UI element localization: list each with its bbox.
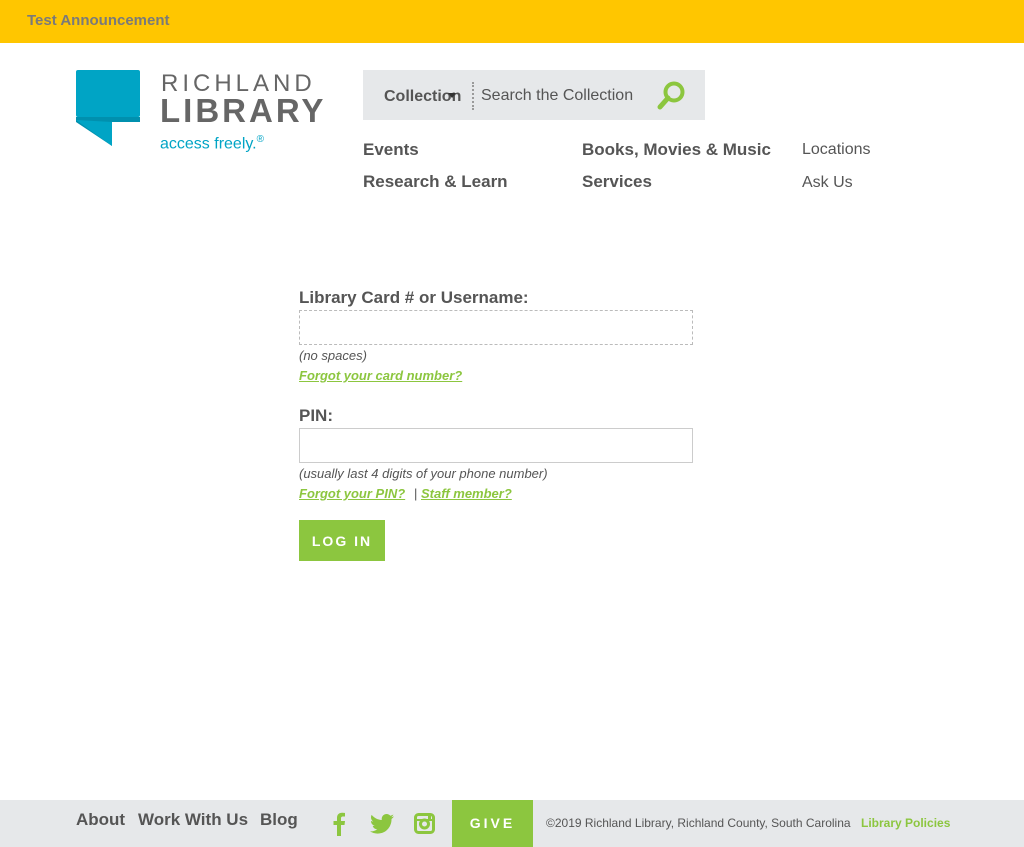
forgot-card-link[interactable]: Forgot your card number? — [299, 368, 462, 383]
give-button[interactable]: GIVE — [452, 800, 533, 847]
pin-label: PIN: — [299, 406, 333, 425]
search-icon — [657, 81, 685, 110]
link-separator: | — [414, 486, 418, 501]
login-button[interactable]: LOG IN — [299, 520, 385, 561]
chevron-down-icon — [448, 93, 456, 98]
search-divider — [472, 82, 474, 110]
card-number-label: Library Card # or Username: — [299, 288, 529, 307]
card-number-input[interactable] — [299, 310, 693, 345]
footer-about[interactable]: About — [76, 810, 125, 830]
site-footer: About Work With Us Blog GIVE ©2019 Richl… — [0, 800, 1024, 847]
copyright-text: ©2019 Richland Library, Richland County,… — [546, 816, 851, 830]
tagline-text: access freely. — [160, 135, 257, 153]
staff-member-link[interactable]: Staff member? — [421, 486, 512, 501]
speech-bubble-icon — [76, 70, 140, 146]
nav-research-learn[interactable]: Research & Learn — [363, 172, 508, 192]
nav-locations[interactable]: Locations — [802, 141, 871, 159]
announcement-link[interactable]: Test Announcement — [27, 12, 170, 29]
library-policies-link[interactable]: Library Policies — [861, 816, 950, 830]
nav-services[interactable]: Services — [582, 172, 652, 192]
richland-library-logo[interactable]: RICHLAND LIBRARY access freely.® — [76, 70, 326, 160]
card-hint: (no spaces) — [299, 348, 367, 363]
logo-line2: LIBRARY — [160, 92, 327, 129]
search-button[interactable] — [655, 80, 687, 112]
announcement-bar: Test Announcement — [0, 0, 1024, 43]
logo-tagline: access freely.® — [160, 134, 264, 153]
forgot-pin-link[interactable]: Forgot your PIN? — [299, 486, 405, 501]
nav-books-movies-music[interactable]: Books, Movies & Music — [582, 140, 771, 160]
footer-blog[interactable]: Blog — [260, 810, 298, 830]
pin-hint: (usually last 4 digits of your phone num… — [299, 466, 548, 481]
pin-input[interactable] — [299, 428, 693, 463]
search-input[interactable] — [481, 82, 651, 110]
instagram-icon[interactable] — [414, 813, 435, 839]
nav-events[interactable]: Events — [363, 140, 419, 160]
registered-mark: ® — [256, 134, 264, 145]
nav-ask-us[interactable]: Ask Us — [802, 174, 853, 192]
collection-search: Collection — [363, 70, 705, 120]
facebook-icon[interactable] — [331, 812, 347, 841]
twitter-icon[interactable] — [370, 814, 394, 839]
footer-work-with-us[interactable]: Work With Us — [138, 810, 248, 830]
